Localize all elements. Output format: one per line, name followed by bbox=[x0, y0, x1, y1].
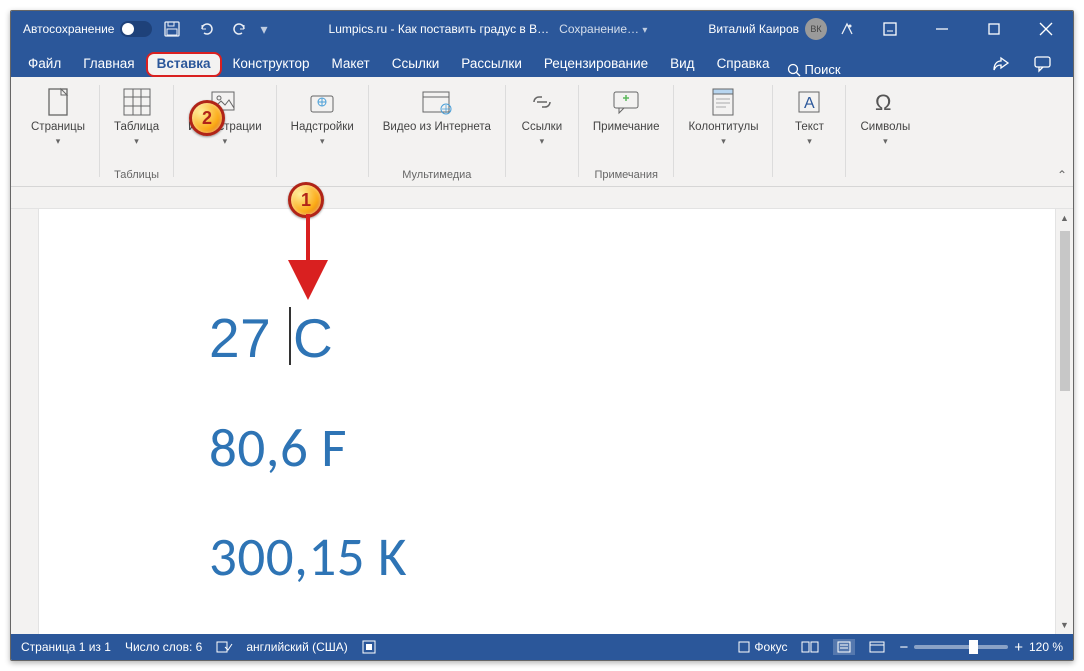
table-button[interactable]: Таблица▾ bbox=[110, 83, 163, 149]
scroll-down-icon[interactable]: ▼ bbox=[1056, 616, 1073, 634]
tab-mailings[interactable]: Рассылки bbox=[450, 51, 533, 77]
tab-references[interactable]: Ссылки bbox=[381, 51, 451, 77]
tab-design[interactable]: Конструктор bbox=[222, 51, 321, 77]
qat-more-icon[interactable]: ▾ bbox=[260, 21, 267, 38]
redo-icon[interactable] bbox=[226, 15, 254, 43]
document-page[interactable]: 27 C 80,6 F 300,15 K bbox=[39, 209, 1055, 634]
document-title: Lumpics.ru - Как поставить градус в B… С… bbox=[274, 22, 703, 36]
svg-text:Ω: Ω bbox=[875, 90, 891, 115]
comment-button[interactable]: Примечание bbox=[589, 83, 664, 136]
tables-group-label: Таблицы bbox=[114, 169, 159, 183]
comment-icon bbox=[609, 85, 643, 119]
status-focus[interactable]: Фокус bbox=[738, 640, 787, 654]
zoom-percent[interactable]: 120 % bbox=[1029, 640, 1063, 654]
collapse-ribbon-icon[interactable]: ⌃ bbox=[1057, 168, 1067, 182]
coming-soon-icon[interactable] bbox=[833, 15, 861, 43]
doc-line-3: 300,15 K bbox=[209, 523, 1055, 590]
horizontal-ruler[interactable] bbox=[11, 187, 1073, 209]
zoom-in-icon[interactable]: + bbox=[1014, 639, 1023, 656]
illustrations-button[interactable]: Иллюстрации▾ bbox=[184, 83, 266, 149]
header-footer-button[interactable]: Колонтитулы▾ bbox=[684, 83, 762, 149]
headerfooter-icon bbox=[706, 85, 740, 119]
tab-home[interactable]: Главная bbox=[72, 51, 145, 77]
pages-button[interactable]: Страницы▾ bbox=[27, 83, 89, 149]
tab-help[interactable]: Справка bbox=[706, 51, 781, 77]
zoom-slider[interactable] bbox=[914, 645, 1008, 649]
doc-line-2: 80,6 F bbox=[209, 414, 1055, 481]
illustrations-icon bbox=[208, 85, 242, 119]
scroll-up-icon[interactable]: ▲ bbox=[1056, 209, 1073, 227]
user-account[interactable]: Виталий Каиров ВК bbox=[708, 18, 827, 40]
comments-icon[interactable] bbox=[1025, 51, 1061, 77]
tab-insert[interactable]: Вставка bbox=[146, 52, 222, 77]
scroll-thumb[interactable] bbox=[1060, 231, 1070, 391]
addins-button[interactable]: Надстройки▾ bbox=[287, 83, 358, 149]
search-icon bbox=[787, 63, 801, 77]
video-icon bbox=[420, 85, 454, 119]
status-spellcheck-icon[interactable] bbox=[216, 640, 232, 654]
media-group-label: Мультимедиа bbox=[402, 169, 471, 183]
view-print-icon[interactable] bbox=[833, 639, 855, 655]
document-area: 27 C 80,6 F 300,15 K ▲ ▼ bbox=[11, 209, 1073, 634]
view-read-icon[interactable] bbox=[801, 641, 819, 653]
status-language[interactable]: английский (США) bbox=[246, 640, 347, 654]
search-label: Поиск bbox=[805, 62, 841, 77]
minimize-button[interactable] bbox=[919, 11, 965, 47]
title-bar: Автосохранение ▾ Lumpics.ru - Как постав… bbox=[11, 11, 1073, 47]
autosave-toggle[interactable] bbox=[120, 21, 152, 37]
text-button[interactable]: A Текст▾ bbox=[783, 83, 835, 149]
focus-icon bbox=[738, 641, 750, 653]
share-icon[interactable] bbox=[983, 51, 1019, 77]
comments-group-label: Примечания bbox=[594, 169, 658, 183]
vertical-ruler[interactable] bbox=[11, 209, 39, 634]
text-icon: A bbox=[792, 85, 826, 119]
tab-file[interactable]: Файл bbox=[17, 51, 72, 77]
symbols-button[interactable]: Ω Символы▾ bbox=[856, 83, 914, 149]
tab-view[interactable]: Вид bbox=[659, 51, 705, 77]
text-cursor bbox=[289, 307, 291, 365]
avatar: ВК bbox=[805, 18, 827, 40]
status-page[interactable]: Страница 1 из 1 bbox=[21, 640, 111, 654]
status-bar: Страница 1 из 1 Число слов: 6 английский… bbox=[11, 634, 1073, 660]
zoom-control[interactable]: − + 120 % bbox=[899, 639, 1063, 656]
ribbon-options-icon[interactable] bbox=[867, 11, 913, 47]
autosave-label: Автосохранение bbox=[23, 22, 114, 36]
vertical-scrollbar[interactable]: ▲ ▼ bbox=[1055, 209, 1073, 634]
tab-layout[interactable]: Макет bbox=[321, 51, 381, 77]
maximize-button[interactable] bbox=[971, 11, 1017, 47]
doc-line-1: 27 C bbox=[209, 305, 1055, 372]
pages-icon bbox=[41, 85, 75, 119]
undo-icon[interactable] bbox=[192, 15, 220, 43]
save-icon[interactable] bbox=[158, 15, 186, 43]
addins-icon bbox=[305, 85, 339, 119]
tab-review[interactable]: Рецензирование bbox=[533, 51, 659, 77]
online-video-button[interactable]: Видео из Интернета bbox=[379, 83, 495, 136]
user-name: Виталий Каиров bbox=[708, 22, 799, 36]
close-button[interactable] bbox=[1023, 11, 1069, 47]
table-icon bbox=[120, 85, 154, 119]
ribbon: Страницы▾ Таблица▾ Таблицы Иллюстрации▾ … bbox=[11, 77, 1073, 187]
symbols-icon: Ω bbox=[868, 85, 902, 119]
link-icon bbox=[525, 85, 559, 119]
zoom-out-icon[interactable]: − bbox=[899, 639, 908, 656]
status-word-count[interactable]: Число слов: 6 bbox=[125, 640, 202, 654]
search-box[interactable]: Поиск bbox=[787, 62, 841, 77]
svg-text:A: A bbox=[804, 95, 815, 112]
autosave-control[interactable]: Автосохранение bbox=[23, 21, 152, 37]
view-web-icon[interactable] bbox=[869, 641, 885, 653]
status-macro-icon[interactable] bbox=[362, 640, 376, 654]
links-button[interactable]: Ссылки▾ bbox=[516, 83, 568, 149]
ribbon-tabs: Файл Главная Вставка Конструктор Макет С… bbox=[11, 47, 1073, 77]
